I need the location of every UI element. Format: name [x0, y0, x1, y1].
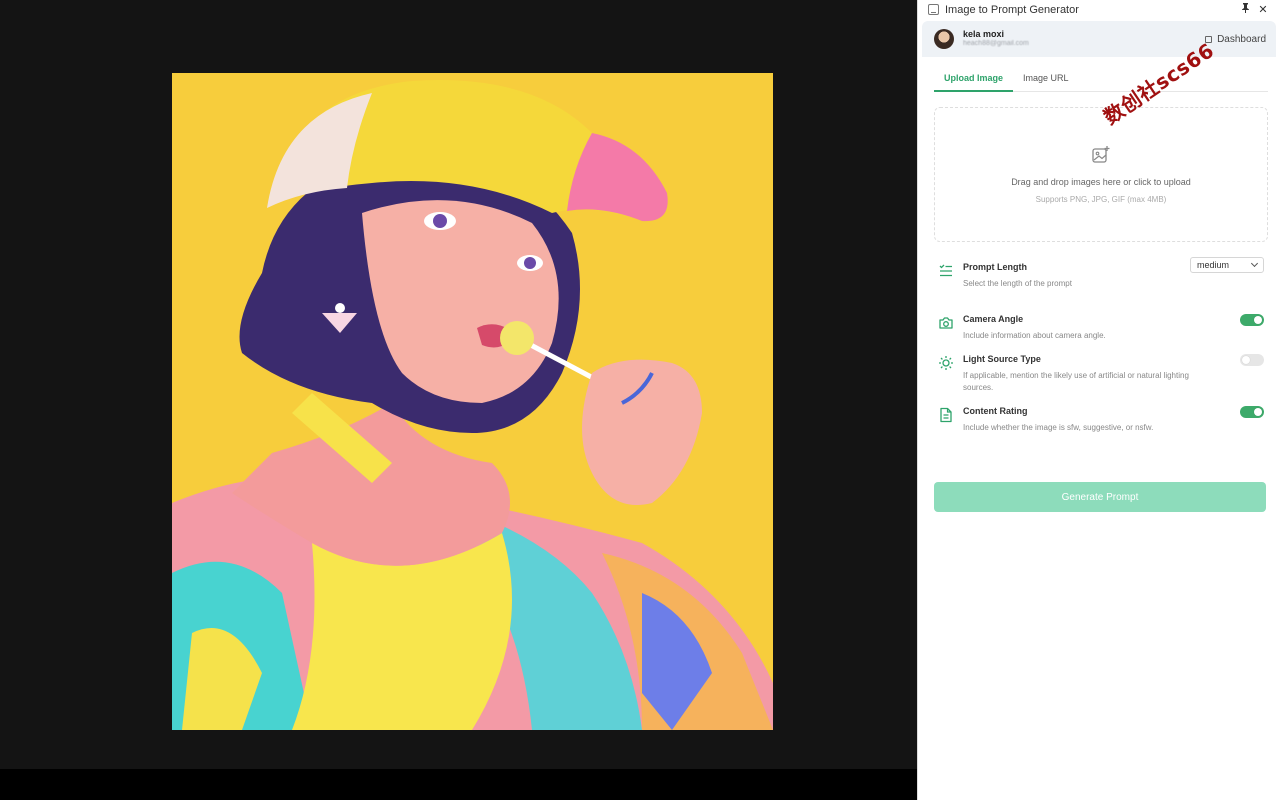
app-image-icon — [928, 4, 939, 15]
option-title: Camera Angle — [963, 314, 1024, 324]
extension-panel: Image to Prompt Generator ✕ kela moxi he… — [917, 0, 1280, 800]
option-camera-angle: Camera Angle Include information about c… — [938, 314, 1268, 354]
list-icon — [939, 264, 952, 277]
content-rating-toggle-wrap — [1240, 406, 1264, 418]
image-viewer — [0, 0, 917, 769]
preview-image — [172, 73, 773, 730]
upload-formats: Supports PNG, JPG, GIF (max 4MB) — [1035, 195, 1167, 204]
toggle-knob — [1254, 408, 1262, 416]
toggle-knob — [1242, 356, 1250, 364]
option-title: Content Rating — [963, 406, 1028, 416]
camera-icon — [939, 317, 953, 329]
user-name: kela moxi — [963, 29, 1005, 40]
option-prompt-length: Prompt Length Select the length of the p… — [938, 257, 1268, 314]
toggle-knob — [1254, 316, 1262, 324]
light-source-toggle-wrap — [1240, 354, 1264, 366]
camera-angle-toggle[interactable] — [1240, 314, 1264, 326]
user-info: kela moxi heach88@gmail.com — [963, 29, 1205, 48]
illustration-girl-with-lollipop — [172, 73, 773, 730]
option-text: Light Source Type If applicable, mention… — [963, 354, 1268, 394]
light-source-toggle[interactable] — [1240, 354, 1264, 366]
viewer-bottom-bar — [0, 769, 917, 800]
document-icon — [940, 407, 952, 423]
options-list: Prompt Length Select the length of the p… — [938, 257, 1268, 446]
dashboard-label: Dashboard — [1217, 33, 1266, 45]
prompt-length-value: medium — [1197, 260, 1230, 270]
sun-icon — [939, 356, 953, 370]
title-bar: Image to Prompt Generator ✕ — [918, 0, 1280, 19]
window-title: Image to Prompt Generator — [945, 3, 1079, 16]
dashboard-button[interactable]: Dashboard — [1205, 34, 1266, 45]
option-text: Content Rating Include whether the image… — [963, 406, 1268, 434]
chevron-down-icon — [1250, 259, 1259, 268]
option-title: Prompt Length — [963, 262, 1027, 272]
tab-image-url[interactable]: Image URL — [1013, 71, 1079, 92]
tab-upload-image[interactable]: Upload Image — [934, 71, 1014, 92]
camera-angle-toggle-wrap — [1240, 314, 1264, 326]
content-rating-toggle[interactable] — [1240, 406, 1264, 418]
source-tabs: Upload Image Image URL — [934, 71, 1268, 92]
user-header: kela moxi heach88@gmail.com Dashboard 数创… — [922, 21, 1276, 129]
option-text: Camera Angle Include information about c… — [963, 314, 1268, 342]
generate-prompt-button[interactable]: Generate Prompt — [934, 482, 1266, 512]
option-title: Light Source Type — [963, 354, 1041, 364]
upload-instructions: Drag and drop images here or click to up… — [1011, 177, 1191, 187]
avatar[interactable] — [934, 29, 954, 49]
user-email: heach88@gmail.com — [963, 40, 1029, 48]
option-description: If applicable, mention the likely use of… — [963, 371, 1189, 392]
option-light-source: Light Source Type If applicable, mention… — [938, 354, 1268, 406]
pin-icon[interactable] — [1236, 3, 1254, 16]
prompt-length-select[interactable]: medium — [1190, 257, 1264, 273]
image-upload-icon — [1092, 146, 1110, 163]
option-description: Include information about camera angle. — [963, 331, 1106, 340]
option-description: Include whether the image is sfw, sugges… — [963, 423, 1154, 432]
option-content-rating: Content Rating Include whether the image… — [938, 406, 1268, 446]
upload-dropzone[interactable]: Drag and drop images here or click to up… — [934, 107, 1268, 242]
prompt-length-select-wrap: medium — [1190, 257, 1264, 273]
option-description: Select the length of the prompt — [963, 279, 1072, 288]
app-root: Image to Prompt Generator ✕ kela moxi he… — [0, 0, 1280, 800]
close-icon[interactable]: ✕ — [1254, 3, 1272, 16]
